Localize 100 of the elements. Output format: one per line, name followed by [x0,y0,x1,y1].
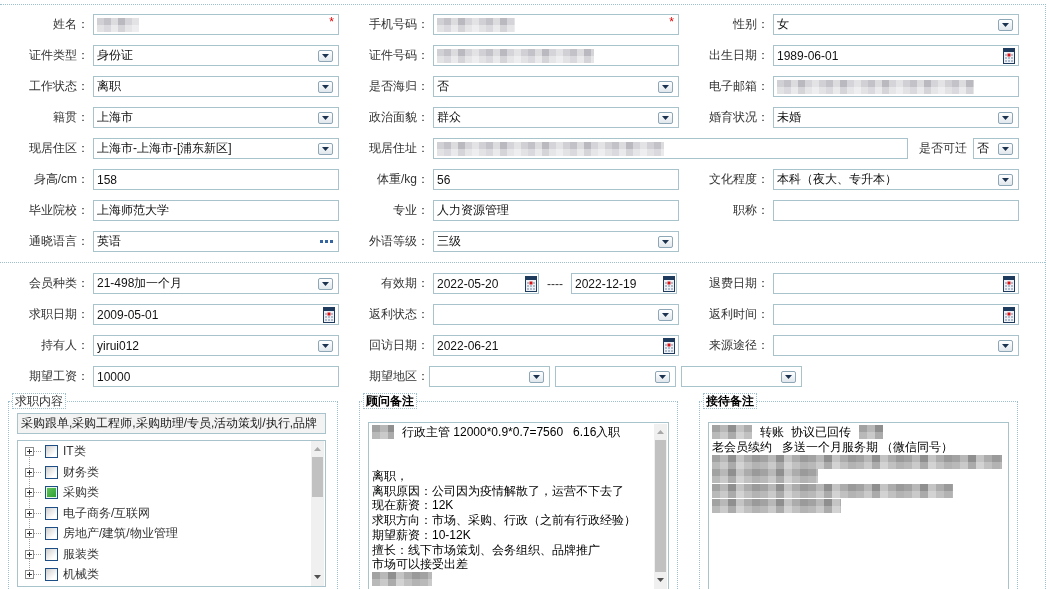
dropdown-button[interactable] [318,49,333,62]
dropdown-button[interactable] [658,80,673,93]
tree-item[interactable]: IT类 [63,443,86,461]
dropdown-button[interactable] [658,235,673,248]
scrollbar[interactable] [311,441,324,586]
field-label: 姓名： [52,16,89,33]
date-field[interactable]: 2022-12-19 [571,273,677,294]
scroll-down-icon[interactable] [657,578,664,582]
dropdown-button[interactable] [318,339,333,352]
dropdown-button[interactable] [655,370,670,383]
select-field[interactable]: yirui012 [93,335,339,356]
ellipsis-icon[interactable] [320,240,333,243]
select-field[interactable] [433,304,679,325]
select-field[interactable] [681,366,802,387]
expand-icon[interactable] [25,447,34,457]
dropdown-button[interactable] [998,18,1013,31]
select-field[interactable]: 离职 [93,76,339,97]
tree-item[interactable]: 服装类 [63,545,99,563]
field-label: 婚育状况： [708,109,769,126]
date-field[interactable]: 2022-05-20 [433,273,539,294]
checkbox[interactable] [45,486,58,500]
field-label: 籍贯： [52,109,89,126]
text-field[interactable]: * [433,14,679,35]
select-field[interactable]: 21-498加一个月 [93,273,339,294]
select-field[interactable]: 否 [973,138,1019,159]
calendar-icon[interactable] [663,275,675,292]
date-field[interactable]: 2009-05-01 [93,304,339,325]
selected-jobs-field[interactable]: 采购跟单,采购工程师,采购助理/专员,活动策划/执行,品牌 [17,413,326,434]
dropdown-button[interactable] [658,308,673,321]
dropdown-button[interactable] [658,111,673,124]
text-field[interactable]: 56 [433,169,679,190]
select-field[interactable]: 上海市-上海市-[浦东新区] [93,138,339,159]
text-field[interactable] [433,138,908,159]
text-field[interactable]: 人力资源管理 [433,200,679,221]
select-field[interactable]: 身份证 [93,45,339,66]
dropdown-button[interactable] [998,142,1013,155]
select-field[interactable] [773,335,1019,356]
scrollbar-thumb[interactable] [312,457,323,497]
text-field[interactable]: 上海师范大学 [93,200,339,221]
calendar-icon[interactable] [1003,275,1015,292]
select-field[interactable]: 女 [773,14,1019,35]
field-label: 出生日期： [708,47,769,64]
scroll-down-icon[interactable] [314,575,321,579]
text-field[interactable] [773,76,1019,97]
select-field[interactable] [555,366,676,387]
date-field[interactable]: 2022-06-21 [433,335,679,356]
select-field[interactable]: 否 [433,76,679,97]
dropdown-button[interactable] [998,339,1013,352]
checkbox[interactable] [45,465,58,479]
tree-item[interactable]: 机械类 [63,566,99,584]
checkbox[interactable] [45,445,58,459]
calendar-icon[interactable] [1003,306,1015,323]
dropdown-button[interactable] [529,370,544,383]
tree-item[interactable]: 房地产/建筑/物业管理 [63,525,178,543]
calendar-icon[interactable] [1003,47,1015,64]
dropdown-button[interactable] [998,173,1013,186]
caret-icon [322,281,329,286]
calendar-icon[interactable] [525,275,537,292]
expand-icon[interactable] [25,549,34,559]
caret-icon [322,84,329,89]
text-field[interactable]: 10000 [93,366,339,387]
select-field[interactable]: 上海市 [93,107,339,128]
tree-item[interactable]: 电子商务/互联网 [63,504,151,522]
expand-icon[interactable] [25,488,34,498]
checkbox[interactable] [45,547,58,561]
select-field[interactable]: 群众 [433,107,679,128]
select-field[interactable] [429,366,550,387]
scrollbar-thumb[interactable] [655,440,666,572]
text-field[interactable] [773,200,1019,221]
tree-item[interactable]: 财务类 [63,463,99,481]
date-field[interactable] [773,273,1019,294]
calendar-icon[interactable] [323,306,335,323]
calendar-icon[interactable] [663,337,675,354]
checkbox[interactable] [45,568,58,582]
select-field[interactable]: 未婚 [773,107,1019,128]
date-field[interactable] [773,304,1019,325]
caret-icon [662,239,669,244]
dropdown-button[interactable] [318,277,333,290]
select-field[interactable]: 本科（夜大、专升本） [773,169,1019,190]
scrollbar[interactable] [654,424,667,589]
tree-item[interactable]: 采购类 [63,484,99,502]
dropdown-button[interactable] [998,111,1013,124]
notes-textarea[interactable]: 转账 协议已回传 老会员续约 多送一个月服务期 （微信同号） [708,422,1009,589]
checkbox[interactable] [45,506,58,520]
expand-icon[interactable] [25,570,34,580]
select-field[interactable]: 三级 [433,231,679,252]
dropdown-button[interactable] [781,370,796,383]
checkbox[interactable] [45,527,58,541]
text-field[interactable] [433,45,679,66]
notes-textarea[interactable]: 行政主管 12000*0.9*0.7=7560 6.16入职 离职， 离职原因：公司因为疫情解散了，运营不下去了 现在薪资：12K 求职方向：市场、采购、行政（之前有行政经验） 期望薪资：10-12K 擅长：线下市场策划、会务组织、品牌推广 市场可以接受出差 [368,422,669,589]
expand-icon[interactable] [25,467,34,477]
dropdown-button[interactable] [318,111,333,124]
date-field[interactable]: 1989-06-01 [773,45,1019,66]
expand-icon[interactable] [25,529,34,539]
text-field[interactable]: 158 [93,169,339,190]
dropdown-button[interactable] [318,80,333,93]
lookup-field[interactable]: 英语 [93,231,339,252]
dropdown-button[interactable] [318,142,333,155]
expand-icon[interactable] [25,508,34,518]
text-field[interactable]: * [93,14,339,35]
